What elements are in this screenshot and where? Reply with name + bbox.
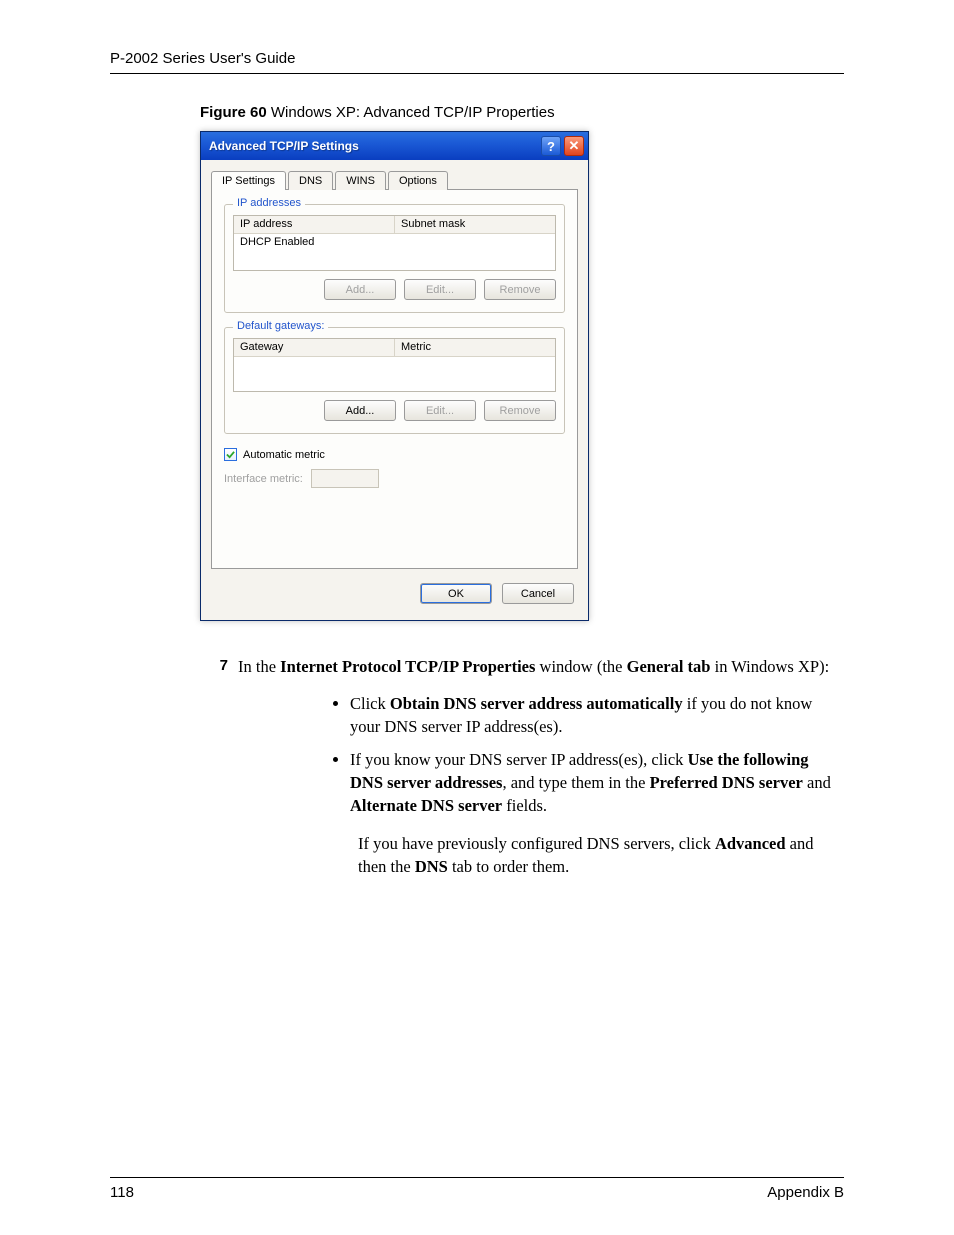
cancel-button[interactable]: Cancel xyxy=(502,583,574,604)
figure-label-bold: Figure 60 xyxy=(200,104,267,121)
gw-col-metric[interactable]: Metric xyxy=(395,339,555,357)
group-gw-legend: Default gateways: xyxy=(233,320,328,332)
ip-col-subnet[interactable]: Subnet mask xyxy=(395,216,555,234)
t: If you know your DNS server IP address(e… xyxy=(350,750,688,769)
tab-dns[interactable]: DNS xyxy=(288,171,333,190)
group-ip-legend: IP addresses xyxy=(233,197,305,209)
note-paragraph: If you have previously configured DNS se… xyxy=(358,832,844,878)
titlebar-text: Advanced TCP/IP Settings xyxy=(209,139,538,153)
gw-button-row: Add... Edit... Remove xyxy=(233,400,556,421)
gw-remove-button[interactable]: Remove xyxy=(484,400,556,421)
figure-caption: Figure 60 Windows XP: Advanced TCP/IP Pr… xyxy=(200,104,844,121)
t: General tab xyxy=(627,657,711,676)
xp-dialog: Advanced TCP/IP Settings ? ✕ IP Settings… xyxy=(200,131,589,621)
bullet-list: Click Obtain DNS server address automati… xyxy=(350,692,844,817)
step-text: In the Internet Protocol TCP/IP Properti… xyxy=(238,655,829,678)
gw-listbox[interactable]: Gateway Metric xyxy=(233,338,556,392)
ip-add-button[interactable]: Add... xyxy=(324,279,396,300)
interface-metric-input xyxy=(311,469,379,488)
tab-wins[interactable]: WINS xyxy=(335,171,386,190)
tab-strip: IP Settings DNS WINS Options xyxy=(211,171,578,190)
dialog-body: IP Settings DNS WINS Options IP addresse… xyxy=(201,160,588,569)
ip-button-row: Add... Edit... Remove xyxy=(233,279,556,300)
gw-add-button[interactable]: Add... xyxy=(324,400,396,421)
page-header: P-2002 Series User's Guide xyxy=(110,50,844,73)
t: Click xyxy=(350,694,390,713)
t: window (the xyxy=(535,657,626,676)
help-button[interactable]: ? xyxy=(541,136,561,156)
tab-ip-settings[interactable]: IP Settings xyxy=(211,171,286,190)
tab-options[interactable]: Options xyxy=(388,171,448,190)
header-rule xyxy=(110,73,844,74)
metric-area: Automatic metric Interface metric: xyxy=(224,448,565,488)
ip-listbox[interactable]: IP address Subnet mask DHCP Enabled xyxy=(233,215,556,271)
t: in Windows XP): xyxy=(710,657,829,676)
gw-edit-button[interactable]: Edit... xyxy=(404,400,476,421)
page-number: 118 xyxy=(110,1184,134,1201)
check-icon xyxy=(226,450,235,459)
step-number: 7 xyxy=(210,655,228,678)
ip-row-dhcp[interactable]: DHCP Enabled xyxy=(234,234,555,250)
ok-button[interactable]: OK xyxy=(420,583,492,604)
auto-metric-checkbox[interactable] xyxy=(224,448,237,461)
interface-metric-row: Interface metric: xyxy=(224,469,565,488)
close-button[interactable]: ✕ xyxy=(564,136,584,156)
ip-list-header: IP address Subnet mask xyxy=(234,216,555,234)
t: tab to order them. xyxy=(448,857,569,876)
titlebar[interactable]: Advanced TCP/IP Settings ? ✕ xyxy=(201,132,588,160)
gw-col-gateway[interactable]: Gateway xyxy=(234,339,395,357)
dialog-footer: OK Cancel xyxy=(201,569,588,620)
auto-metric-row: Automatic metric xyxy=(224,448,565,461)
help-icon: ? xyxy=(547,139,555,154)
t: If you have previously configured DNS se… xyxy=(358,834,715,853)
t: DNS xyxy=(415,857,448,876)
auto-metric-label: Automatic metric xyxy=(243,449,325,461)
gw-list-header: Gateway Metric xyxy=(234,339,555,357)
t: Advanced xyxy=(715,834,786,853)
footer-rule xyxy=(110,1177,844,1178)
t: , and type them in the xyxy=(502,773,649,792)
ip-remove-button[interactable]: Remove xyxy=(484,279,556,300)
section-label: Appendix B xyxy=(767,1184,844,1201)
t: Preferred DNS server xyxy=(650,773,803,792)
tab-panel: IP addresses IP address Subnet mask DHCP… xyxy=(211,189,578,569)
bullet-a: Click Obtain DNS server address automati… xyxy=(350,692,844,738)
t: Obtain DNS server address automatically xyxy=(390,694,683,713)
t: Alternate DNS server xyxy=(350,796,502,815)
figure-label-rest: Windows XP: Advanced TCP/IP Properties xyxy=(267,104,555,121)
t: In the xyxy=(238,657,280,676)
ip-edit-button[interactable]: Edit... xyxy=(404,279,476,300)
page-footer: 118 Appendix B xyxy=(110,1177,844,1201)
interface-metric-label: Interface metric: xyxy=(224,473,303,485)
step-7: 7 In the Internet Protocol TCP/IP Proper… xyxy=(210,655,844,678)
group-ip-addresses: IP addresses IP address Subnet mask DHCP… xyxy=(224,204,565,313)
body-text: 7 In the Internet Protocol TCP/IP Proper… xyxy=(110,655,844,878)
group-default-gateways: Default gateways: Gateway Metric Add... … xyxy=(224,327,565,434)
ip-col-address[interactable]: IP address xyxy=(234,216,395,234)
bullet-b: If you know your DNS server IP address(e… xyxy=(350,748,844,817)
close-icon: ✕ xyxy=(569,138,580,154)
t: Internet Protocol TCP/IP Properties xyxy=(280,657,535,676)
t: fields. xyxy=(502,796,547,815)
t: and xyxy=(803,773,831,792)
